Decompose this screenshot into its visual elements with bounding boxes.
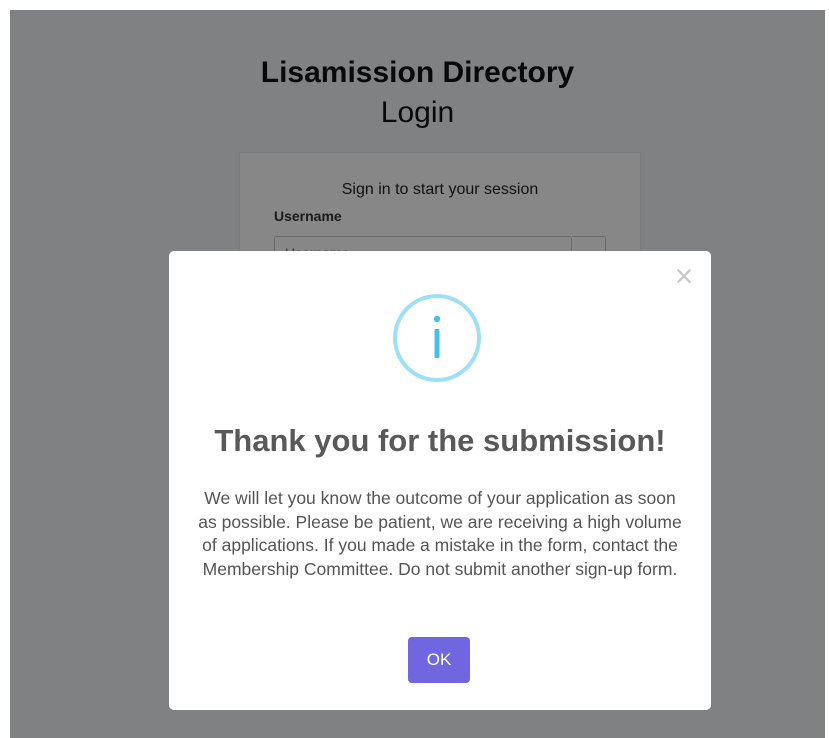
close-button[interactable]: ×	[669, 260, 699, 292]
dialog-message: We will let you know the outcome of your…	[198, 488, 682, 579]
dialog-title: Thank you for the submission!	[214, 423, 666, 458]
ok-button[interactable]: OK	[408, 637, 470, 683]
success-dialog: × Thank you for the submission! We will …	[169, 251, 711, 710]
info-icon	[393, 294, 481, 382]
login-page: Lisamission Directory Login Sign in to s…	[10, 10, 825, 738]
